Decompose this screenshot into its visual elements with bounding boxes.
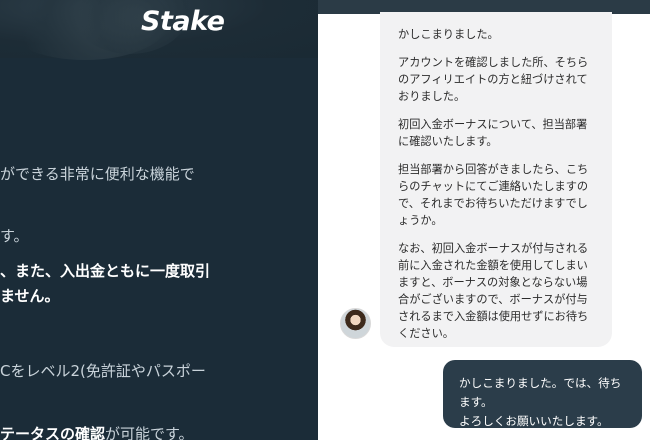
agent-message-paragraph: 担当部署から回答がきましたら、こちらのチャットにてご連絡いたしますので、それまで…	[398, 163, 589, 227]
body-text-line: ができる非常に便利な機能で	[0, 165, 195, 183]
hero-banner: Stake	[0, 0, 318, 60]
user-message-line: かしこまりました。では、待ちます。	[459, 376, 622, 409]
body-text-line-bold: 、また、入出金ともに一度取引	[0, 262, 211, 280]
agent-message-paragraph: なお、初回入金ボーナスが付与される前に入金された金額を使用してしまいますと、ボー…	[398, 242, 589, 340]
body-text-suffix: が可能です。	[105, 425, 194, 440]
agent-message-paragraph: 初回入金ボーナスについて、担当部署に確認いたします。	[398, 118, 588, 148]
user-message-line: よろしくお願いいたします。	[459, 414, 609, 428]
body-text-line: テータスの確認が可能です。	[0, 423, 194, 440]
user-message-bubble: かしこまりました。では、待ちます。 よろしくお願いいたします。	[443, 360, 642, 428]
status-check-link[interactable]: テータスの確認	[0, 425, 105, 440]
body-text-line: Cをレベル2(免許証やパスポー	[0, 362, 206, 380]
agent-message-paragraph: アカウントを確認しました所、そちらのアフィリエイトの方と紐づけされておりました。	[398, 56, 589, 103]
background-page: Stake ができる非常に便利な機能で す。 、また、入出金ともに一度取引 ませ…	[0, 0, 318, 440]
agent-message-paragraph: かしこまりました。	[398, 28, 499, 41]
body-text-line: す。	[0, 227, 29, 245]
body-text-line-bold: ません。	[0, 287, 60, 305]
stake-logo[interactable]: Stake	[141, 6, 225, 37]
agent-avatar	[340, 308, 371, 339]
agent-message-bubble: かしこまりました。 アカウントを確認しました所、そちらのアフィリエイトの方と紐づ…	[380, 12, 612, 347]
chat-panel: かしこまりました。 アカウントを確認しました所、そちらのアフィリエイトの方と紐づ…	[318, 0, 650, 440]
